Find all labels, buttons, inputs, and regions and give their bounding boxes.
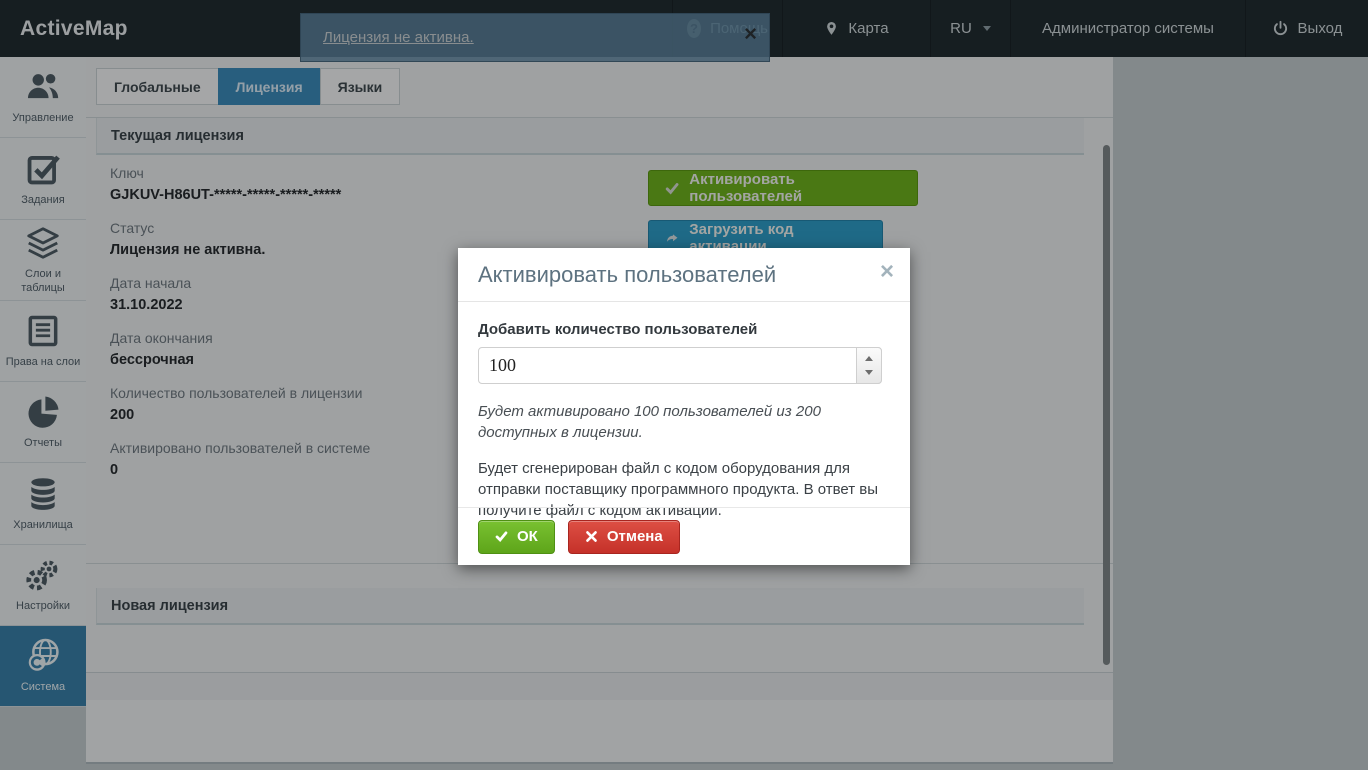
user-count-label: Добавить количество пользователей bbox=[478, 321, 890, 338]
activate-users-dialog: Активировать пользователей × Добавить ко… bbox=[458, 248, 910, 565]
activation-summary-note: Будет активировано 100 пользователей из … bbox=[478, 401, 878, 444]
screen: ActiveMap ? Помощь Карта RU Администрато… bbox=[0, 0, 1368, 770]
ok-label: ОК bbox=[517, 528, 538, 545]
close-icon bbox=[585, 530, 598, 543]
dialog-body: Добавить количество пользователей Будет … bbox=[458, 302, 910, 521]
user-count-input[interactable] bbox=[478, 347, 882, 384]
stepper-up-icon[interactable] bbox=[865, 356, 873, 361]
stepper-buttons[interactable] bbox=[856, 347, 882, 384]
dialog-header: Активировать пользователей × bbox=[458, 248, 910, 302]
cancel-button[interactable]: Отмена bbox=[568, 520, 680, 554]
ok-button[interactable]: ОК bbox=[478, 520, 555, 554]
stepper-down-icon[interactable] bbox=[865, 370, 873, 375]
user-count-stepper bbox=[478, 347, 882, 384]
dialog-footer: ОК Отмена bbox=[458, 507, 910, 565]
dialog-close-icon[interactable]: × bbox=[880, 260, 894, 284]
cancel-label: Отмена bbox=[607, 528, 663, 545]
check-icon bbox=[495, 530, 508, 543]
dialog-title: Активировать пользователей bbox=[478, 262, 776, 288]
